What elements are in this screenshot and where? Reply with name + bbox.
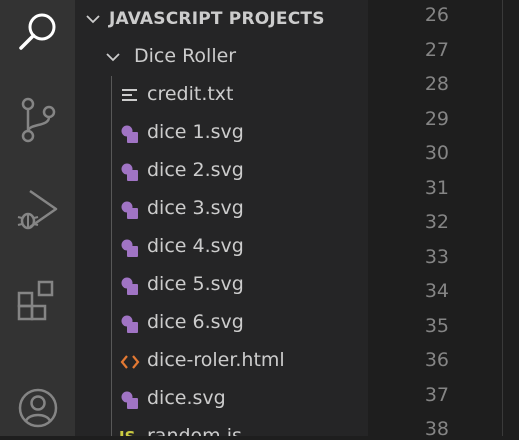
svg-file-icon [119, 237, 141, 259]
folder-dice-roller[interactable]: Dice Roller [75, 38, 368, 76]
chevron-down-icon [105, 49, 121, 69]
svg-file-icon [119, 199, 141, 221]
text-file-icon [119, 85, 141, 107]
search-icon[interactable] [0, 2, 75, 62]
activity-bar [0, 0, 75, 436]
line-number: 38 [424, 418, 449, 440]
file-item[interactable]: dice 3.svg [75, 190, 368, 228]
line-number: 29 [424, 108, 449, 130]
explorer-sidebar: JAVASCRIPT PROJECTS Dice Roller credit.t… [75, 0, 368, 436]
section-title: JAVASCRIPT PROJECTS [109, 9, 325, 29]
line-number: 26 [424, 4, 449, 26]
line-number: 35 [424, 315, 449, 337]
line-number: 36 [424, 349, 449, 371]
line-number: 30 [424, 142, 449, 164]
line-number: 32 [424, 211, 449, 233]
line-number: 27 [424, 39, 449, 61]
account-icon[interactable] [0, 378, 75, 438]
line-number: 34 [424, 280, 449, 302]
js-file-icon: JS [119, 428, 141, 436]
file-item[interactable]: dice 4.svg [75, 228, 368, 266]
line-number: 31 [424, 177, 449, 199]
file-item[interactable]: credit.txt [75, 76, 368, 114]
source-control-icon[interactable] [0, 90, 75, 150]
svg-file-icon [119, 313, 141, 335]
chevron-down-icon [85, 11, 101, 31]
indent-ruler [502, 0, 503, 436]
file-item[interactable]: dice 2.svg [75, 152, 368, 190]
file-item[interactable]: JS random.js [75, 418, 368, 436]
folder-label: Dice Roller [134, 45, 237, 67]
file-item[interactable]: dice.svg [75, 380, 368, 418]
line-number: 33 [424, 246, 449, 268]
line-number: 37 [424, 384, 449, 406]
html-file-icon [119, 351, 141, 373]
file-item[interactable]: dice-roler.html [75, 342, 368, 380]
editor-gutter: 26 27 28 29 30 31 32 33 34 35 36 37 38 [368, 0, 519, 440]
svg-file-icon [119, 275, 141, 297]
file-item[interactable]: dice 6.svg [75, 304, 368, 342]
file-item[interactable]: dice 1.svg [75, 114, 368, 152]
section-header[interactable]: JAVASCRIPT PROJECTS [75, 0, 368, 38]
run-debug-icon[interactable] [0, 180, 75, 240]
file-item[interactable]: dice 5.svg [75, 266, 368, 304]
line-number: 28 [424, 73, 449, 95]
svg-file-icon [119, 389, 141, 411]
extensions-icon[interactable] [0, 270, 75, 330]
svg-file-icon [119, 161, 141, 183]
svg-file-icon [119, 123, 141, 145]
